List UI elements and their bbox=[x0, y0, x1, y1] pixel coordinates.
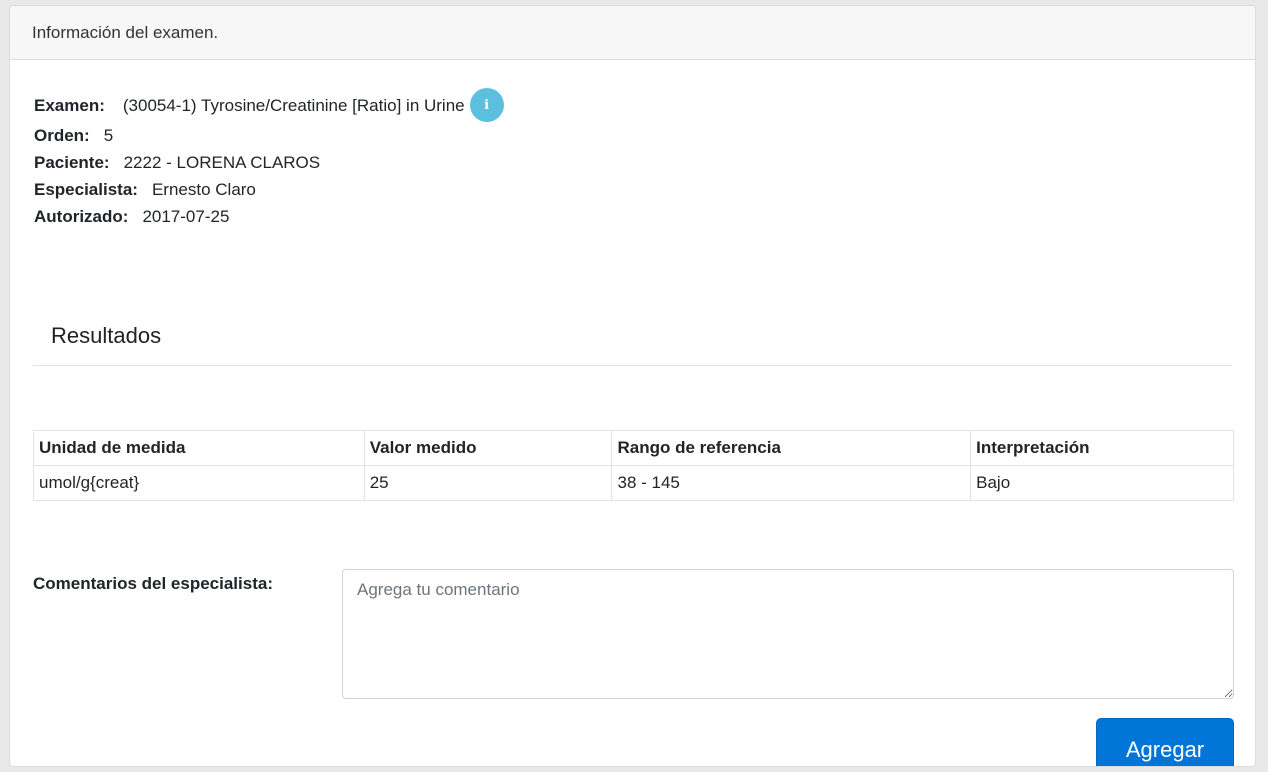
comment-textarea[interactable] bbox=[342, 569, 1234, 699]
add-button[interactable]: Agregar bbox=[1096, 718, 1234, 766]
orden-value: 5 bbox=[103, 126, 114, 145]
cell-interpretacion: Bajo bbox=[970, 465, 1234, 501]
card-header-title: Información del examen. bbox=[32, 22, 219, 42]
card-header: Información del examen. bbox=[10, 6, 1255, 60]
orden-label: Orden: bbox=[34, 126, 90, 145]
autorizado-value: 2017-07-25 bbox=[142, 207, 230, 226]
autorizado-label: Autorizado: bbox=[34, 207, 129, 226]
examen-value: (30054-1) Tyrosine/Creatinine [Ratio] in… bbox=[122, 95, 465, 115]
results-header-row: Unidad de medida Valor medido Rango de r… bbox=[33, 430, 1234, 466]
info-row-orden: Orden: 5 bbox=[34, 122, 504, 149]
table-row: umol/g{creat} 25 38 - 145 Bajo bbox=[33, 465, 1234, 501]
results-table: Unidad de medida Valor medido Rango de r… bbox=[33, 430, 1234, 501]
cell-rango: 38 - 145 bbox=[611, 465, 972, 501]
comments-label: Comentarios del especialista: bbox=[33, 574, 273, 593]
results-title: Resultados bbox=[51, 323, 162, 348]
cell-valor: 25 bbox=[363, 465, 613, 501]
column-header: Unidad de medida bbox=[33, 430, 365, 466]
info-row-autorizado: Autorizado: 2017-07-25 bbox=[34, 203, 504, 230]
especialista-value: Ernesto Claro bbox=[151, 180, 256, 199]
column-header: Interpretación bbox=[970, 430, 1234, 466]
examen-label: Examen: bbox=[34, 95, 105, 115]
column-header: Rango de referencia bbox=[611, 430, 972, 466]
info-row-examen: Examen: (30054-1) Tyrosine/Creatinine [R… bbox=[34, 88, 504, 122]
results-divider bbox=[33, 365, 1232, 366]
paciente-label: Paciente: bbox=[34, 153, 110, 172]
column-header: Valor medido bbox=[363, 430, 613, 466]
exam-info-list: Examen: (30054-1) Tyrosine/Creatinine [R… bbox=[34, 88, 504, 230]
paciente-value: 2222 - LORENA CLAROS bbox=[123, 153, 321, 172]
exam-info-card: Información del examen. Examen: (30054-1… bbox=[9, 5, 1256, 767]
info-row-especialista: Especialista: Ernesto Claro bbox=[34, 176, 504, 203]
cell-unidad: umol/g{creat} bbox=[33, 465, 365, 501]
especialista-label: Especialista: bbox=[34, 180, 138, 199]
info-icon[interactable]: i bbox=[469, 88, 504, 122]
info-row-paciente: Paciente: 2222 - LORENA CLAROS bbox=[34, 149, 504, 176]
